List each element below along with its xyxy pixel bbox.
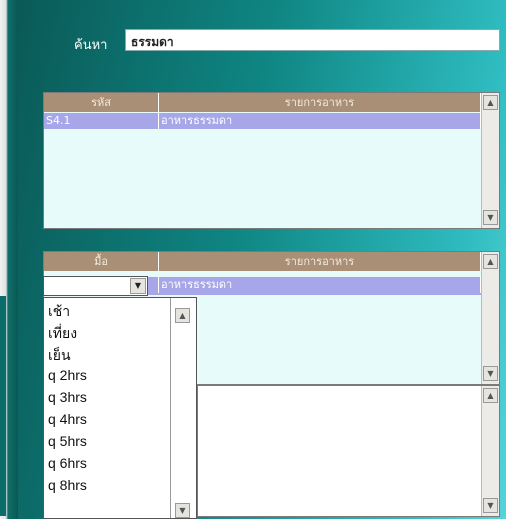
cell-food-name: อาหารธรรมดา [159,277,481,293]
scroll-down-icon[interactable]: ▼ [483,210,498,225]
vertical-scrollbar[interactable]: ▲ ▼ [481,386,499,516]
vertical-scrollbar[interactable]: ▲ ▼ [170,298,196,518]
scroll-down-icon[interactable]: ▼ [175,503,190,518]
scroll-up-icon[interactable]: ▲ [483,388,498,403]
scroll-down-icon[interactable]: ▼ [483,498,498,513]
search-label: ค้นหา [74,38,108,53]
cell-code: S4.1 [44,113,159,129]
scroll-up-icon[interactable]: ▲ [483,254,498,269]
column-header-code[interactable]: รหัส [44,93,159,112]
window-edge-stripe [0,296,6,516]
search-input[interactable]: ธรรมดา [125,29,500,51]
meal-option[interactable]: เย็น [48,345,71,367]
meal-options-list[interactable]: เช้า เที่ยง เย็น q 2hrs q 3hrs q 4hrs q … [43,297,197,519]
meal-option[interactable]: q 8hrs [48,477,87,493]
meal-option[interactable]: q 5hrs [48,433,87,449]
scroll-up-icon[interactable]: ▲ [175,308,190,323]
meal-option[interactable]: เที่ยง [48,323,77,345]
column-header-food-list[interactable]: รายการอาหาร [159,93,481,112]
meal-option[interactable]: q 4hrs [48,411,87,427]
column-header-food-list[interactable]: รายการอาหาร [159,252,481,271]
vertical-scrollbar[interactable]: ▲ ▼ [481,93,499,228]
column-header-meal[interactable]: มื้อ [44,252,159,271]
vertical-scrollbar[interactable]: ▲ ▼ [481,252,499,384]
food-code-grid-body: S4.1 อาหารธรรมดา [44,112,481,228]
secondary-list-panel: ▲ ▼ [197,385,500,517]
meal-option[interactable]: q 6hrs [48,455,87,471]
meal-option[interactable]: เช้า [48,301,70,323]
cell-food-name: อาหารธรรมดา [159,113,481,129]
chevron-down-icon[interactable]: ▼ [130,278,146,294]
meal-option[interactable]: q 2hrs [48,367,87,383]
meal-select[interactable]: ▼ [43,276,148,296]
scroll-up-icon[interactable]: ▲ [483,95,498,110]
table-row[interactable]: S4.1 อาหารธรรมดา [44,113,481,129]
meal-option[interactable]: q 3hrs [48,389,87,405]
food-code-grid: รหัส รายการอาหาร S4.1 อาหารธรรมดา ▲ ▼ [43,92,500,229]
scroll-down-icon[interactable]: ▼ [483,366,498,381]
